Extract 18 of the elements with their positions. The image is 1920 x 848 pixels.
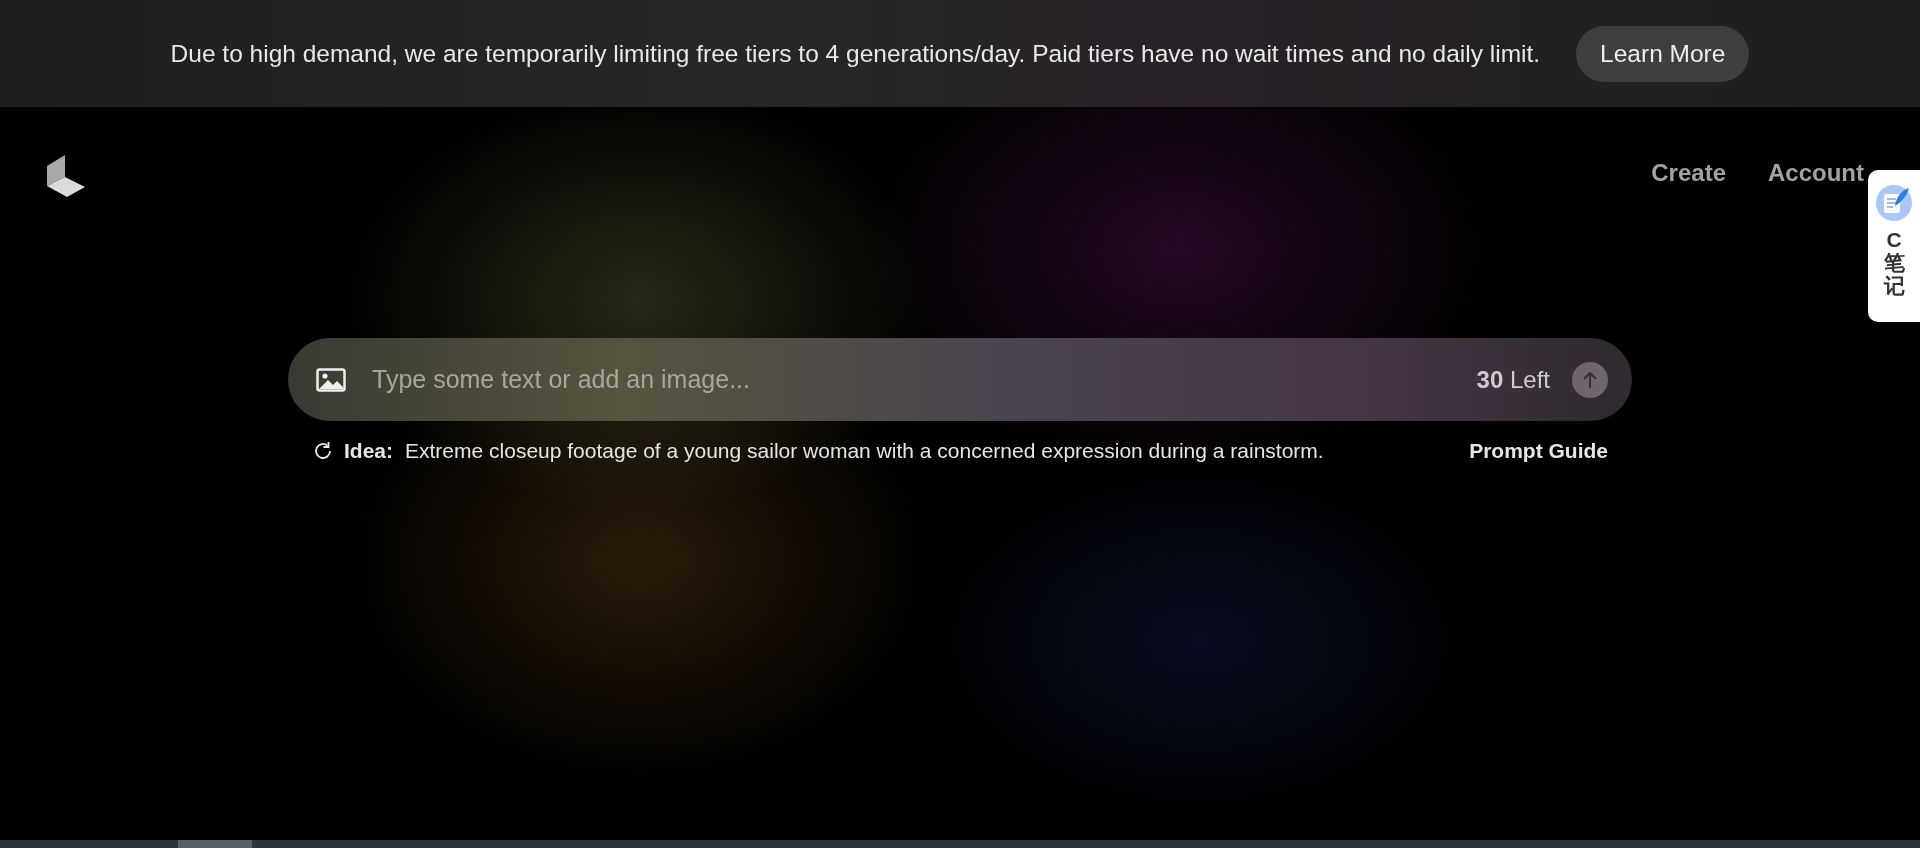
arrow-up-icon: [1582, 370, 1598, 389]
refresh-icon[interactable]: [312, 440, 334, 462]
image-icon[interactable]: [316, 367, 346, 392]
prompt-field[interactable]: Type some text or add an image... 30 Left: [288, 338, 1632, 421]
submit-button[interactable]: [1572, 361, 1608, 398]
prompt-guide-link[interactable]: Prompt Guide: [1469, 439, 1608, 463]
announcement-text: Due to high demand, we are temporarily limiting free tiers to 4 generations/day. Paid tiers have no wait times and no daily limit.: [170, 39, 1541, 68]
idea-text: Extreme closeup footage of a young sailor woman with a concerned expression during a rainstorm.: [405, 439, 1325, 463]
generations-left-counter: 30 Left: [1476, 365, 1550, 394]
nav-link[interactable]: Account: [1768, 159, 1864, 187]
note-widget-label[interactable]: C笔记: [1883, 228, 1905, 298]
nav-link[interactable]: Create: [1651, 159, 1726, 187]
scrollbar-thumb[interactable]: [178, 840, 252, 848]
learn-more-button[interactable]: Learn More: [1576, 25, 1750, 82]
idea-label: Idea:: [344, 439, 393, 463]
logo-icon[interactable]: [47, 155, 85, 197]
note-icon[interactable]: [1875, 184, 1913, 222]
prompt-input[interactable]: Type some text or add an image...: [370, 364, 1477, 395]
